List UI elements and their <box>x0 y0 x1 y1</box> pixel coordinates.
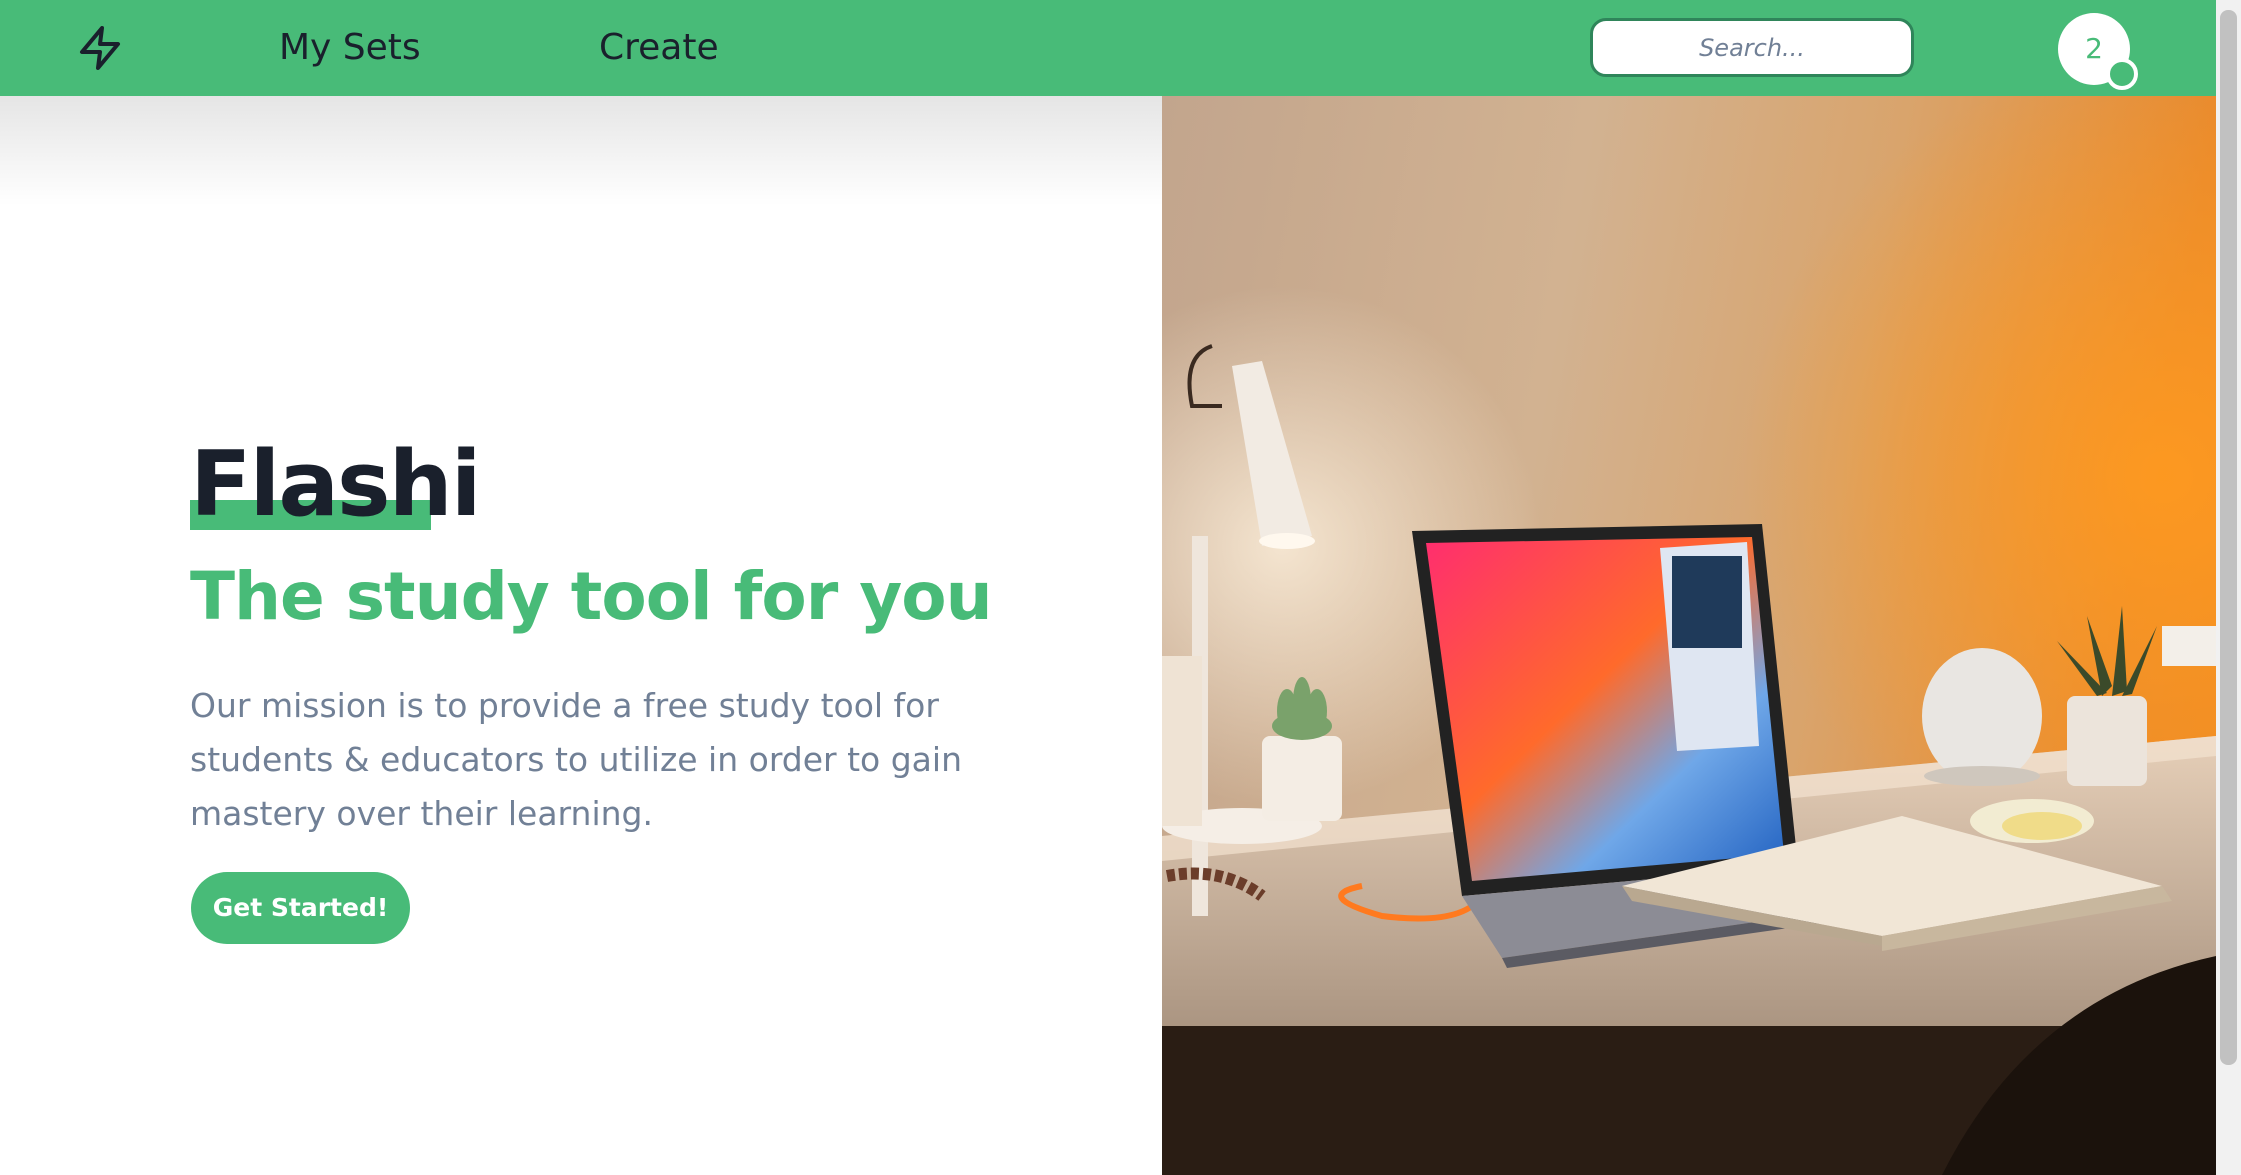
nav-my-sets-link[interactable]: My Sets <box>279 24 421 72</box>
brand-title: Flashi <box>190 432 482 537</box>
search-input[interactable] <box>1590 18 1914 77</box>
navbar-shadow <box>0 96 1162 206</box>
brand-heading-wrap: Flashi <box>190 430 482 540</box>
page-scrollbar-thumb[interactable] <box>2220 10 2237 1065</box>
hero-desk-photo <box>1162 96 2216 1175</box>
lightning-bolt-icon <box>80 26 120 70</box>
home-logo-link[interactable] <box>76 24 124 72</box>
online-status-dot <box>2106 58 2138 90</box>
mission-text: Our mission is to provide a free study t… <box>190 686 962 833</box>
nav-create-link[interactable]: Create <box>599 24 719 72</box>
top-navbar: My Sets Create 2 <box>0 0 2216 96</box>
get-started-button[interactable]: Get Started! <box>191 872 410 944</box>
hero-tagline: The study tool for you <box>190 558 993 635</box>
desk-scene-illustration <box>1162 96 2216 1175</box>
